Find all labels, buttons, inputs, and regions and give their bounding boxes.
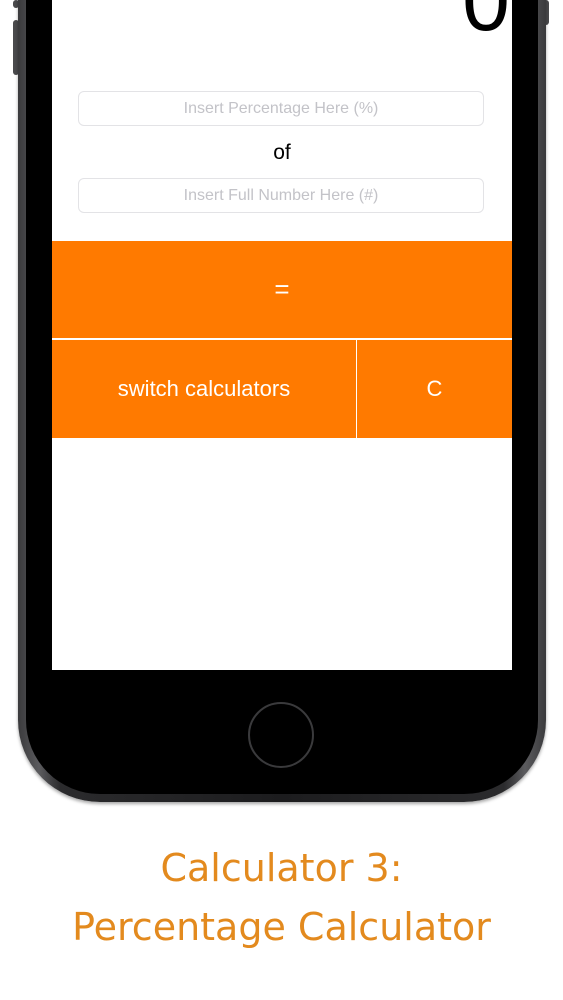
clear-button[interactable]: C <box>357 340 512 438</box>
switch-calculators-button[interactable]: switch calculators <box>52 340 356 438</box>
full-number-input[interactable] <box>78 178 484 213</box>
caption-title: Calculator 3: <box>160 846 403 890</box>
result-display: 0 <box>462 0 510 49</box>
percentage-input[interactable] <box>78 91 484 126</box>
calculator-screen: 0 of = switch calculators C <box>52 0 512 670</box>
app-store-screenshot: 0 of = switch calculators C Calculator 3… <box>0 0 563 1000</box>
equals-button[interactable]: = <box>52 241 512 338</box>
of-label: of <box>273 141 291 164</box>
home-button <box>248 702 314 768</box>
caption-subtitle: Percentage Calculator <box>72 905 491 949</box>
